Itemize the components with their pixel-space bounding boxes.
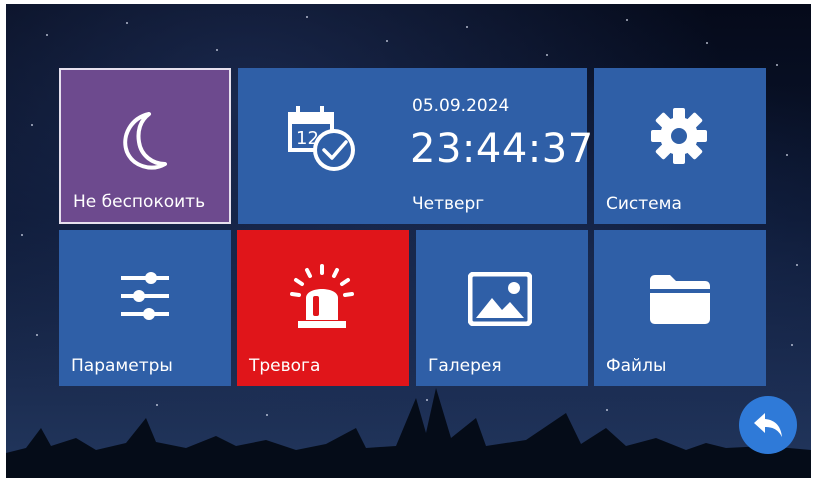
image-icon xyxy=(467,271,533,330)
back-button[interactable] xyxy=(739,396,797,454)
time-text: 23:44:37 xyxy=(410,126,594,172)
system-label: Система xyxy=(606,194,682,214)
siren-icon xyxy=(289,264,355,334)
files-tile[interactable]: Файлы xyxy=(594,230,766,386)
weekday-text: Четверг xyxy=(412,194,485,214)
gallery-label: Галерея xyxy=(428,356,502,376)
files-label: Файлы xyxy=(606,356,667,376)
do-not-disturb-tile[interactable]: Не беспокоить xyxy=(59,68,231,224)
date-time-tile[interactable]: 12 05.09.2024 23:44:37 Четверг xyxy=(238,68,593,224)
home-screen: Не беспокоить 12 05.09.2024 23:44:37 Чет… xyxy=(6,4,811,478)
parameters-tile[interactable]: Параметры xyxy=(59,230,231,386)
folder-icon xyxy=(648,272,712,330)
alarm-tile[interactable]: Тревога xyxy=(237,230,409,386)
sliders-icon xyxy=(119,270,171,326)
do-not-disturb-label: Не беспокоить xyxy=(73,192,206,212)
system-tile[interactable]: Система xyxy=(594,68,766,224)
date-text: 05.09.2024 xyxy=(412,96,510,116)
gear-icon xyxy=(649,106,709,170)
back-arrow-icon xyxy=(754,413,782,437)
alarm-label: Тревога xyxy=(249,356,321,376)
moon-icon xyxy=(113,110,175,176)
gallery-tile[interactable]: Галерея xyxy=(416,230,588,386)
parameters-label: Параметры xyxy=(71,356,173,376)
calendar-clock-icon: 12 xyxy=(284,102,364,178)
